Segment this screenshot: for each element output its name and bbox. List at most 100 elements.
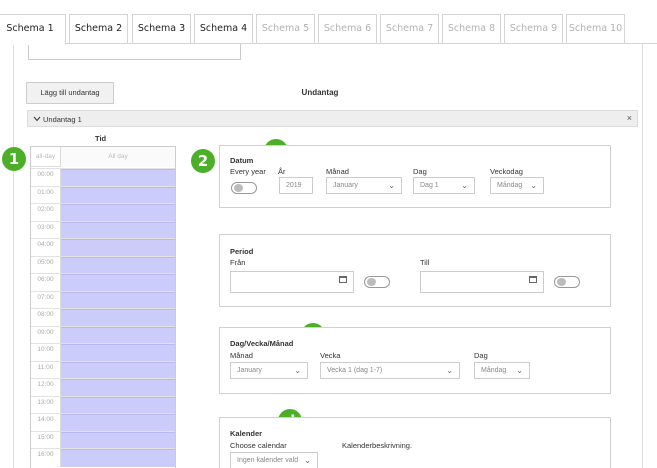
calendar-select-value: Ingen kalender vald <box>237 457 299 464</box>
chevron-down-icon: ⌄ <box>304 456 311 465</box>
callout-1: 1 <box>2 147 26 171</box>
time-row[interactable]: 03:00 <box>31 220 175 239</box>
time-row[interactable]: 13:00 <box>31 395 175 414</box>
time-row[interactable]: 07:00 <box>31 290 175 309</box>
tab-schema-7: Schema 7 <box>380 14 439 44</box>
time-slot[interactable] <box>61 379 175 397</box>
day-select[interactable]: Dag 1 ⌄ <box>413 177 475 194</box>
time-row[interactable]: 08:00 <box>31 308 175 327</box>
time-label: 14:00 <box>31 414 61 432</box>
calendar-icon[interactable] <box>529 276 537 283</box>
dvm-day-label: Dag <box>474 351 488 360</box>
month-select[interactable]: January ⌄ <box>326 177 402 194</box>
chevron-down-icon: ⌄ <box>516 366 523 375</box>
chevron-down-icon: ⌄ <box>294 366 301 375</box>
every-year-toggle[interactable] <box>231 182 257 194</box>
calendar-title: Kalender <box>230 429 263 438</box>
week-select[interactable]: Vecka 1 (dag 1-7) ⌄ <box>320 362 460 379</box>
tab-schema-8: Schema 8 <box>442 14 501 44</box>
from-toggle[interactable] <box>364 276 390 288</box>
to-date-input[interactable] <box>420 271 544 293</box>
time-slot[interactable] <box>61 204 175 222</box>
time-slot[interactable] <box>61 396 175 414</box>
time-column-title: Tid <box>95 134 107 143</box>
allday-row[interactable]: all-day All day <box>31 147 175 167</box>
dvm-month-value: January <box>237 367 262 374</box>
weekday-label: Veckodag <box>490 167 523 176</box>
calendar-select[interactable]: Ingen kalender vald ⌄ <box>230 452 318 468</box>
time-row[interactable]: 06:00 <box>31 273 175 292</box>
every-year-label: Every year <box>230 167 266 176</box>
day-label: Dag <box>413 167 427 176</box>
dvm-month-select[interactable]: January ⌄ <box>230 362 308 379</box>
time-label: 02:00 <box>31 204 61 222</box>
time-row[interactable]: 11:00 <box>31 360 175 379</box>
time-row[interactable]: 02:00 <box>31 203 175 222</box>
time-slot[interactable] <box>61 449 175 467</box>
time-label: 12:00 <box>31 379 61 397</box>
month-value: January <box>333 182 358 189</box>
time-row[interactable]: 04:00 <box>31 238 175 257</box>
time-slot[interactable] <box>61 431 175 449</box>
time-row[interactable]: 00:00 <box>31 168 175 187</box>
from-date-input[interactable] <box>230 271 354 293</box>
time-label: 08:00 <box>31 309 61 327</box>
to-toggle[interactable] <box>554 276 580 288</box>
year-label: År <box>278 167 286 176</box>
datum-box: Datum Every year År 2019 Månad January ⌄… <box>219 145 611 208</box>
section-title: Undantag <box>301 88 339 97</box>
tab-schema-1[interactable]: Schema 1 <box>0 14 66 45</box>
time-slot[interactable] <box>61 239 175 257</box>
dvm-month-label: Månad <box>230 351 253 360</box>
time-slot[interactable] <box>61 186 175 204</box>
weekday-value: Måndag <box>497 182 523 189</box>
time-slot[interactable] <box>61 221 175 239</box>
tab-schema-2[interactable]: Schema 2 <box>69 14 128 44</box>
time-slot[interactable] <box>61 169 175 187</box>
time-slot[interactable] <box>61 256 175 274</box>
chevron-down-icon: ⌄ <box>446 366 453 375</box>
time-label: 07:00 <box>31 291 61 309</box>
tab-schema-5: Schema 5 <box>256 14 315 44</box>
time-row[interactable]: 10:00 <box>31 343 175 362</box>
allday-label: all-day <box>31 147 61 167</box>
time-row[interactable]: 15:00 <box>31 430 175 449</box>
time-label: 09:00 <box>31 326 61 344</box>
tab-schema-9: Schema 9 <box>504 14 563 44</box>
time-label: 00:00 <box>31 169 61 187</box>
time-label: 01:00 <box>31 186 61 204</box>
year-input[interactable]: 2019 <box>279 177 313 194</box>
add-exception-button[interactable]: Lägg till undantag <box>26 82 114 104</box>
allday-cell[interactable]: All day <box>61 147 175 167</box>
time-row[interactable]: 05:00 <box>31 255 175 274</box>
time-row[interactable]: 01:00 <box>31 185 175 204</box>
time-slot[interactable] <box>61 414 175 432</box>
dvm-day-select[interactable]: Måndag ⌄ <box>474 362 530 379</box>
exception-accordion-header[interactable]: Undantag 1 × <box>27 110 638 127</box>
close-icon[interactable]: × <box>627 113 632 123</box>
dvm-day-value: Måndag <box>481 367 507 374</box>
tab-schema-3[interactable]: Schema 3 <box>132 14 191 44</box>
time-row[interactable]: 09:00 <box>31 325 175 344</box>
time-label: 15:00 <box>31 431 61 449</box>
time-slot[interactable] <box>61 309 175 327</box>
time-slot[interactable] <box>61 291 175 309</box>
time-slot[interactable] <box>61 326 175 344</box>
schema-top-field[interactable] <box>28 44 241 60</box>
choose-calendar-label: Choose calendar <box>230 441 287 450</box>
chevron-down-icon[interactable] <box>33 115 41 124</box>
time-slot[interactable] <box>61 344 175 362</box>
time-row[interactable]: 14:00 <box>31 413 175 432</box>
time-slot[interactable] <box>61 274 175 292</box>
time-label: 05:00 <box>31 256 61 274</box>
time-row[interactable]: 12:00 <box>31 378 175 397</box>
tab-schema-4[interactable]: Schema 4 <box>194 14 253 44</box>
datum-title: Datum <box>230 156 254 165</box>
period-title: Period <box>230 247 254 256</box>
weekday-select[interactable]: Måndag ⌄ <box>490 177 544 194</box>
callout-2: 2 <box>191 149 215 173</box>
time-slot[interactable] <box>61 361 175 379</box>
period-box: Period Från Till <box>219 234 611 307</box>
time-row[interactable]: 16:00 <box>31 448 175 467</box>
calendar-icon[interactable] <box>339 276 347 283</box>
